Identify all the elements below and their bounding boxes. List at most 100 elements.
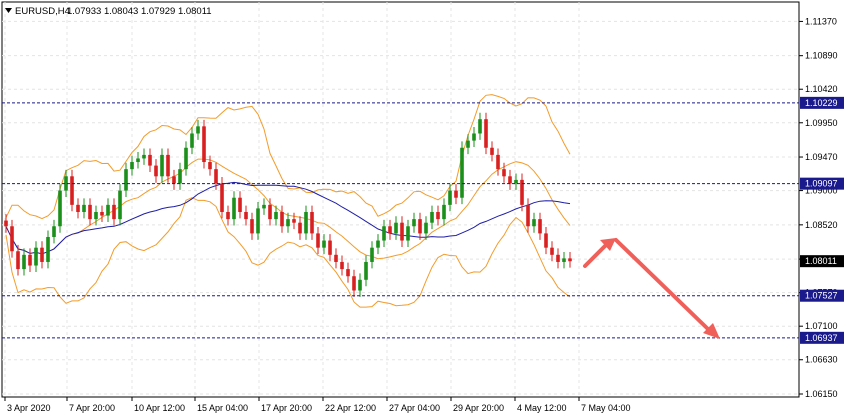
time-tick-label: 3 Apr 2020 — [7, 403, 51, 413]
candle-body — [268, 204, 272, 220]
candle-body — [178, 169, 182, 184]
time-tick-label: 7 Apr 20:00 — [69, 403, 115, 413]
candle-body — [400, 222, 404, 241]
time-tick-label: 4 May 12:00 — [517, 403, 567, 413]
candle — [460, 141, 464, 205]
price-tick-label: 1.10890 — [805, 51, 838, 61]
candle-body — [472, 133, 476, 141]
candle-body — [16, 251, 20, 270]
candle-body — [310, 211, 314, 234]
candle-body — [88, 204, 92, 220]
candle-body — [244, 211, 248, 220]
candle-body — [304, 211, 308, 234]
price-tick-label: 1.09470 — [805, 152, 838, 162]
level-tag-label: 1.06937 — [805, 333, 838, 343]
price-tick-label: 1.07100 — [805, 321, 838, 331]
candle-body — [10, 226, 14, 252]
candle-body — [412, 219, 416, 227]
price-chart[interactable]: EURUSD,H4 1.07933 1.08043 1.07929 1.0801… — [0, 0, 846, 419]
candle-body — [52, 226, 56, 237]
candle-body — [508, 176, 512, 184]
candle-body — [172, 176, 176, 184]
candle-body — [292, 219, 296, 223]
candle-body — [466, 140, 470, 148]
candle-body — [280, 211, 284, 227]
candle-body — [424, 222, 428, 234]
candle-body — [226, 211, 230, 220]
candle-body — [262, 204, 266, 209]
candle-body — [46, 236, 50, 262]
candle-body — [148, 154, 152, 166]
time-tick-label: 10 Apr 12:00 — [134, 403, 185, 413]
candle-body — [418, 219, 422, 234]
candle-body — [34, 247, 38, 266]
candle-body — [568, 258, 572, 262]
candle-body — [76, 204, 80, 212]
candle-body — [526, 204, 530, 227]
level-tag-label: 1.09097 — [805, 179, 838, 189]
candle-body — [250, 219, 254, 234]
candle-body — [130, 162, 134, 170]
time-axis[interactable]: 3 Apr 2020 7 Apr 20:00 10 Apr 12:00 15 Apr … — [4, 397, 631, 413]
candle-body — [184, 147, 188, 170]
candle-body — [106, 204, 110, 216]
candle-body — [352, 276, 356, 291]
candle-body — [364, 261, 368, 280]
candle-body — [154, 165, 158, 177]
candle-body — [160, 154, 164, 177]
candle-body — [442, 204, 446, 220]
candle-body — [514, 179, 518, 184]
candle-body — [544, 233, 548, 248]
candle-body — [556, 254, 560, 262]
candle-body — [256, 208, 260, 234]
price-tick-label: 1.06150 — [805, 389, 838, 399]
candle-body — [4, 220, 8, 227]
candle-body — [142, 154, 146, 159]
candle-body — [346, 269, 350, 277]
candle-body — [532, 219, 536, 227]
candle-body — [118, 190, 122, 220]
symbol-label: EURUSD,H4 — [15, 6, 70, 17]
candle — [58, 184, 62, 233]
ohlc-values: 1.07933 1.08043 1.07929 1.08011 — [67, 6, 212, 17]
candle-body — [562, 258, 566, 262]
candle-body — [394, 222, 398, 234]
price-axis[interactable]: 1.11370 1.10890 1.10420 1.09950 1.09470 1.090… — [799, 16, 844, 399]
candle-body — [502, 169, 506, 177]
candle-body — [274, 211, 278, 220]
candle-body — [298, 222, 302, 234]
candle-body — [322, 240, 326, 248]
candle-body — [232, 197, 236, 220]
candle-body — [454, 190, 458, 198]
candle-body — [214, 169, 218, 184]
candle-body — [238, 197, 242, 212]
candle-body — [220, 183, 224, 212]
candle-body — [124, 169, 128, 191]
candle-body — [406, 226, 410, 241]
candle-body — [478, 119, 482, 134]
candle-body — [370, 247, 374, 262]
candle-body — [94, 211, 98, 220]
price-tick-label: 1.10420 — [805, 84, 838, 94]
time-tick-label: 15 Apr 04:00 — [197, 403, 248, 413]
candle-body — [208, 162, 212, 170]
candle-body — [388, 226, 392, 234]
candle-body — [82, 204, 86, 212]
candle-body — [436, 211, 440, 220]
level-tag-label: 1.10229 — [805, 98, 838, 108]
candle-body — [112, 204, 116, 220]
candle-body — [202, 126, 206, 163]
candle-body — [550, 247, 554, 255]
price-tick-label: 1.06630 — [805, 355, 838, 365]
candle-body — [430, 211, 434, 223]
candle-body — [538, 219, 542, 234]
candle-body — [58, 190, 62, 227]
candle-body — [496, 154, 500, 170]
candle-body — [382, 226, 386, 241]
candle-body — [190, 133, 194, 148]
price-tick-label: 1.08520 — [805, 220, 838, 230]
chart-header[interactable]: EURUSD,H4 1.07933 1.08043 1.07929 1.0801… — [5, 6, 212, 17]
candle-body — [334, 254, 338, 262]
candle-body — [340, 261, 344, 270]
candle-body — [100, 211, 104, 216]
